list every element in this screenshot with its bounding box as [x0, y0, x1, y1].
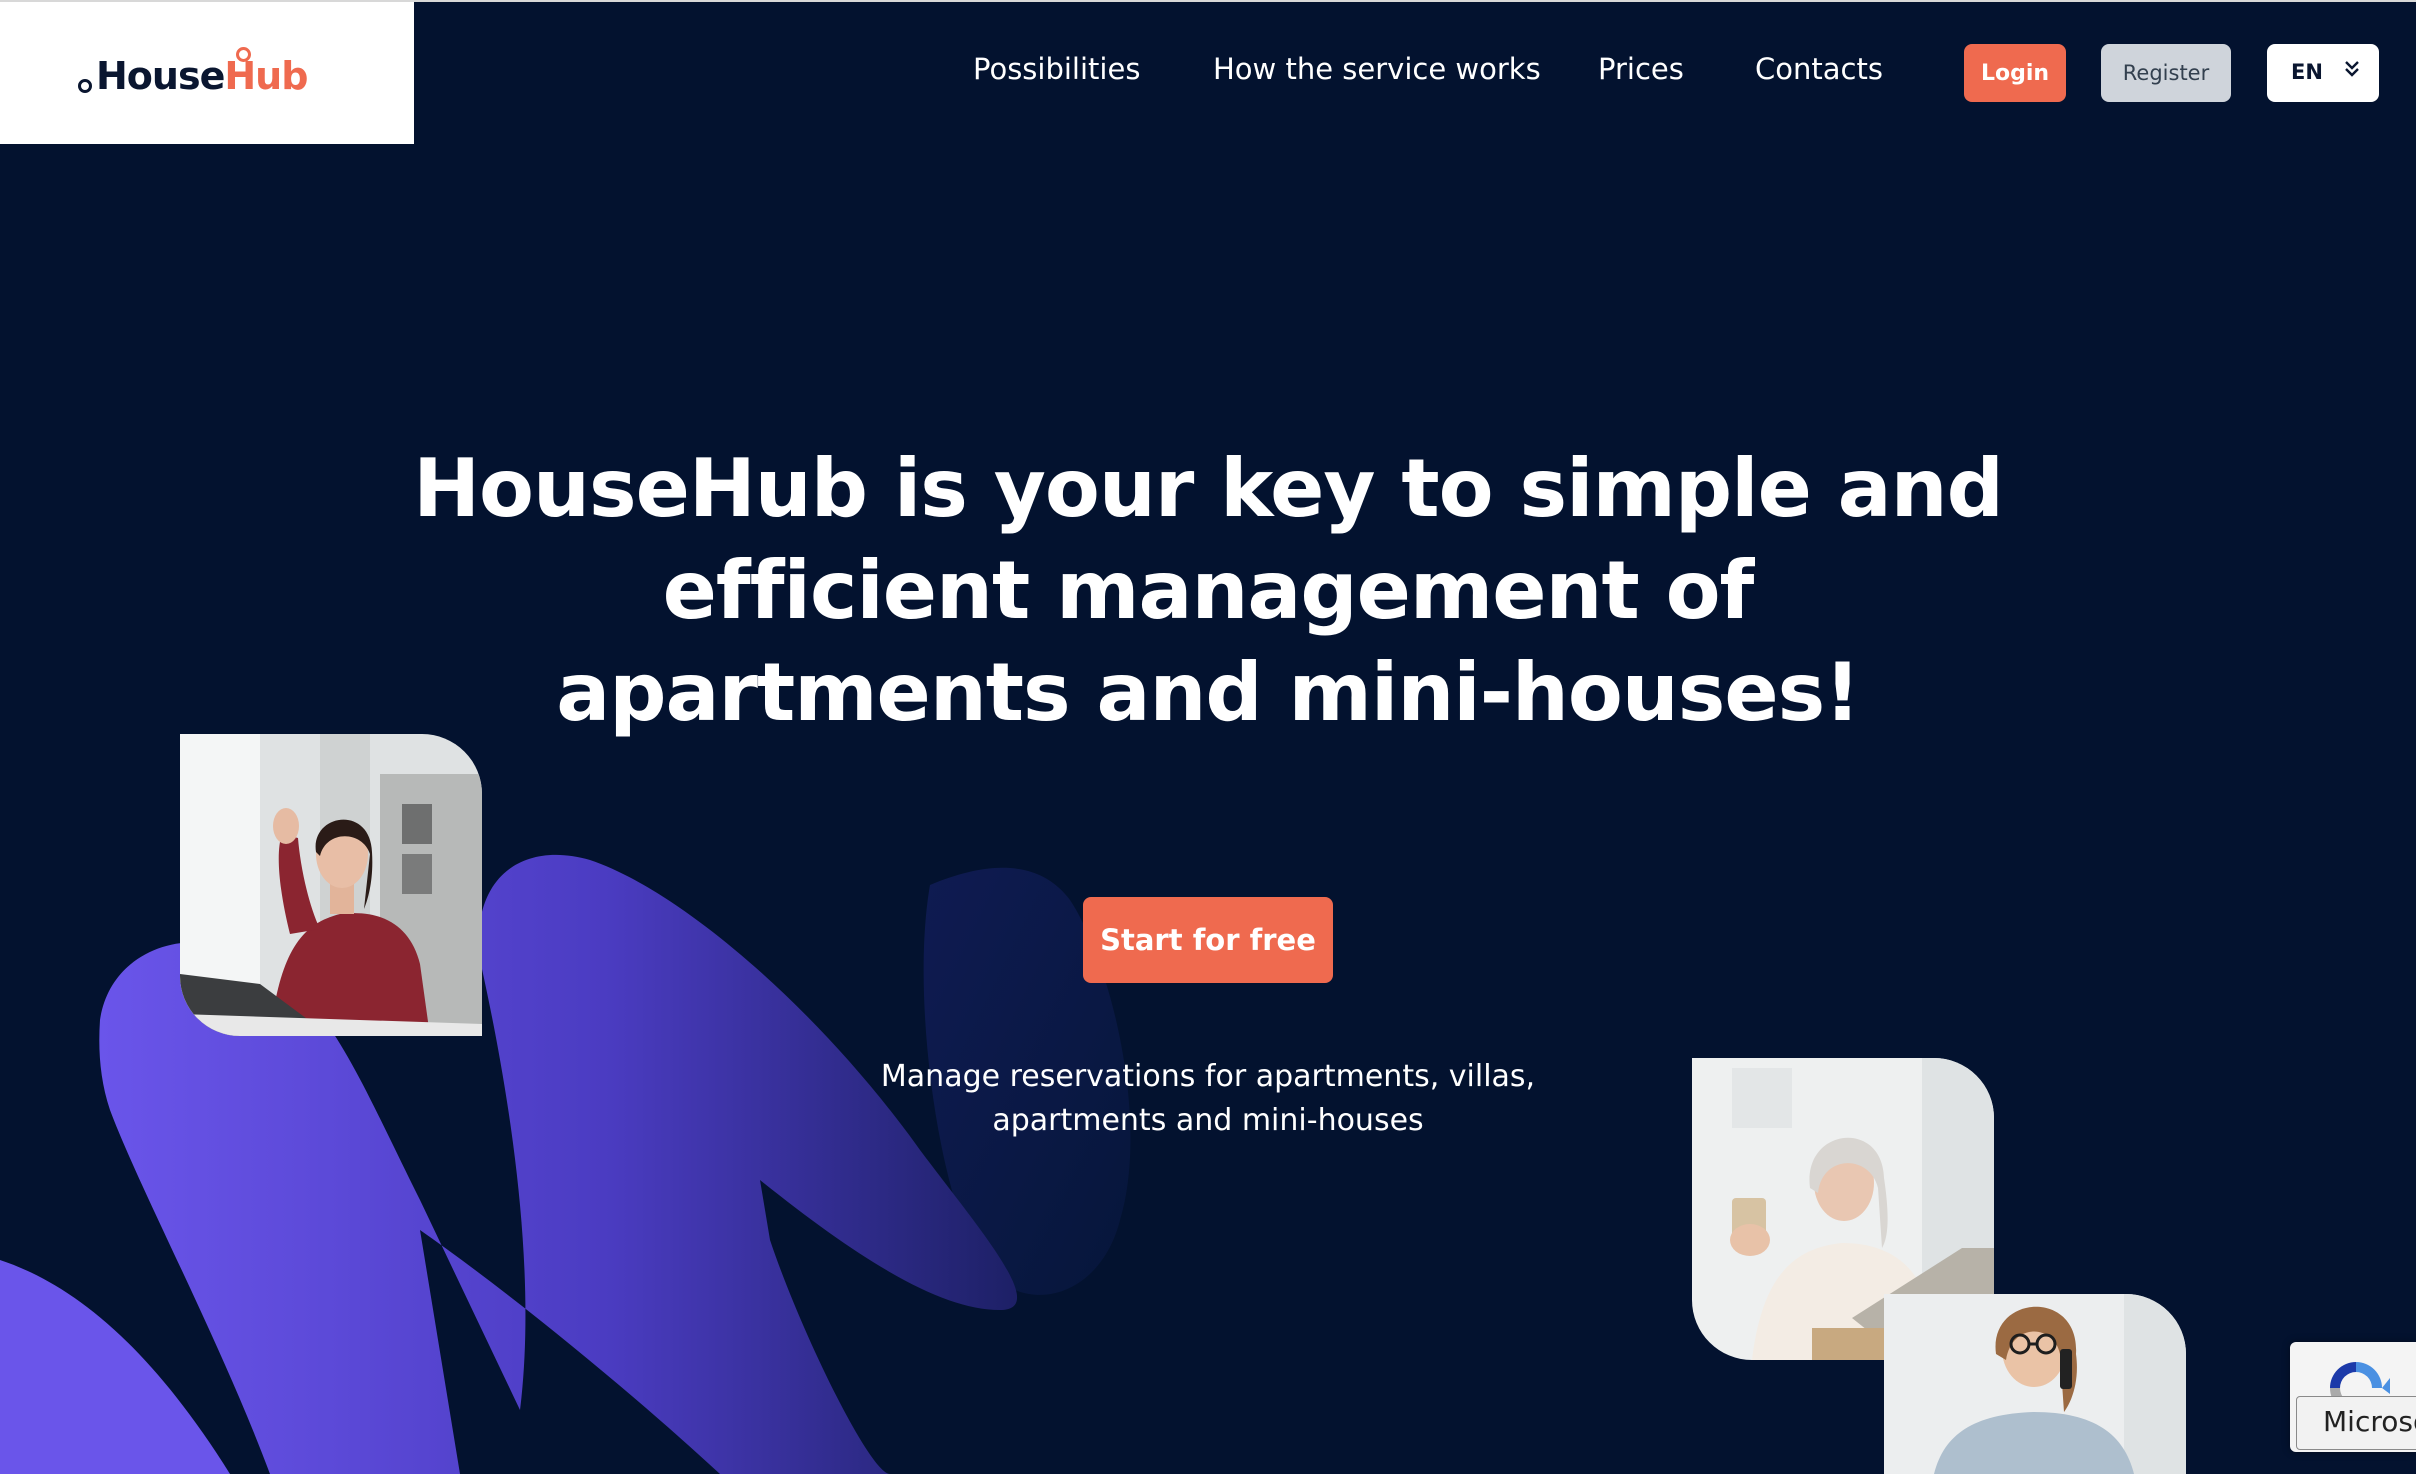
- hero-title-line: apartments and mini-houses!: [556, 646, 1860, 739]
- register-button[interactable]: Register: [2101, 44, 2231, 102]
- hero-subtitle: Manage reservations for apartments, vill…: [758, 1055, 1658, 1143]
- hero-title-line: HouseHub is your key to simple and: [413, 442, 2004, 535]
- nav-item-prices[interactable]: Prices: [1598, 52, 1684, 86]
- logo-container[interactable]: HouseHub: [0, 2, 414, 144]
- page: HouseHub Possibilities How the service w…: [0, 0, 2416, 1474]
- nav-item-contacts[interactable]: Contacts: [1755, 52, 1883, 86]
- househub-logo[interactable]: HouseHub: [78, 44, 338, 110]
- nav-item-how-it-works[interactable]: How the service works: [1213, 52, 1541, 86]
- logo-text: HouseHub: [96, 54, 308, 98]
- hero-subtitle-line: apartments and mini-houses: [992, 1103, 1424, 1138]
- start-for-free-button[interactable]: Start for free: [1083, 897, 1333, 983]
- photo-woman-waving: [180, 734, 482, 1036]
- hero-title-line: efficient management of: [662, 544, 1755, 637]
- logo-text-main: House: [96, 54, 225, 98]
- chevron-double-down-icon: [2345, 61, 2359, 77]
- hero-title: HouseHub is your key to simple and effic…: [400, 438, 2016, 744]
- login-button[interactable]: Login: [1964, 44, 2066, 102]
- photo-woman-on-phone: [1884, 1294, 2186, 1474]
- browser-tooltip: Microsoft Edge: [2296, 1396, 2416, 1450]
- logo-text-accent: Hub: [224, 54, 308, 98]
- language-select[interactable]: EN: [2267, 44, 2379, 102]
- logo-dot-icon: [78, 79, 92, 93]
- nav-item-possibilities[interactable]: Possibilities: [973, 52, 1140, 86]
- language-label: EN: [2291, 60, 2323, 84]
- hero-subtitle-line: Manage reservations for apartments, vill…: [880, 1059, 1536, 1094]
